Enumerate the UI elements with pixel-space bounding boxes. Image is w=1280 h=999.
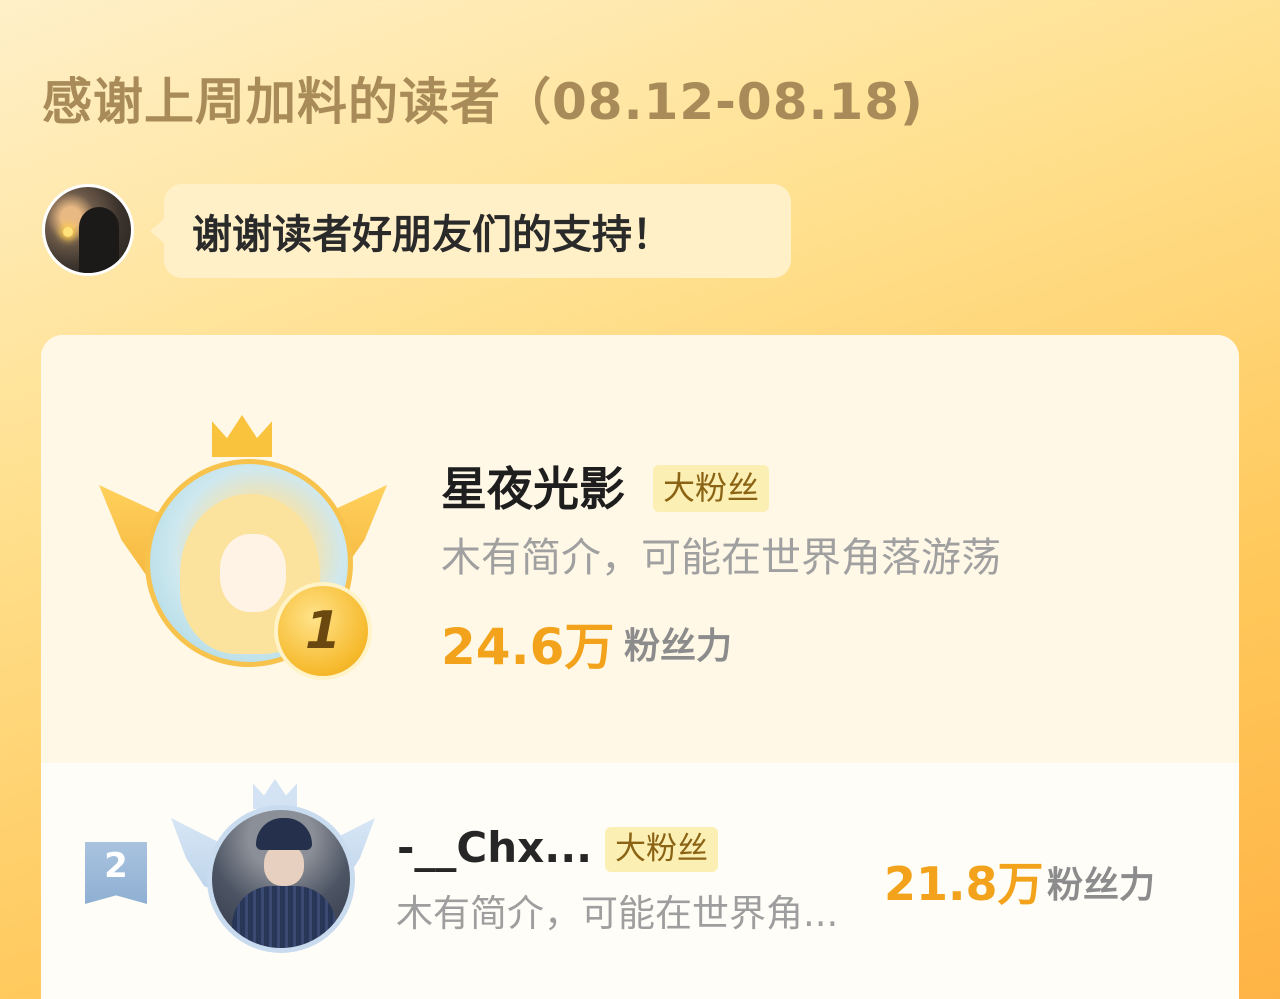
rank-1-medal-icon: 1 bbox=[274, 582, 372, 680]
user-bio-1: 木有简介，可能在世界角落游荡 bbox=[441, 535, 1001, 581]
leaderboard-entry-2[interactable]: 2 -__Chx... 大粉丝 木有简介，可能在世界角... 21.8万 粉丝力 bbox=[41, 763, 1239, 999]
user-name-1[interactable]: 星夜光影 bbox=[441, 453, 625, 519]
host-message-bubble: 谢谢读者好朋友们的支持！ bbox=[150, 184, 791, 278]
fan-power-label-2: 粉丝力 bbox=[1047, 865, 1156, 906]
avatar-face bbox=[220, 534, 286, 612]
host-message-text: 谢谢读者好朋友们的支持！ bbox=[192, 212, 672, 258]
fan-level-badge-1: 大粉丝 bbox=[653, 465, 770, 512]
page-title: 感谢上周加料的读者（08.12-08.18) bbox=[42, 73, 924, 131]
fan-level-badge-2: 大粉丝 bbox=[605, 827, 718, 872]
leaderboard-entry-1[interactable]: 1 星夜光影 大粉丝 木有简介，可能在世界角落游荡 24.6万 粉丝力 bbox=[41, 335, 1239, 763]
avatar-light-decoration bbox=[63, 227, 73, 237]
avatar-body bbox=[232, 886, 336, 948]
avatar-face bbox=[264, 844, 304, 886]
user-bio-2: 木有简介，可能在世界角... bbox=[396, 892, 839, 935]
avatar-cap bbox=[256, 818, 312, 850]
leaderboard-panel: 1 星夜光影 大粉丝 木有简介，可能在世界角落游荡 24.6万 粉丝力 2 -_… bbox=[41, 335, 1239, 999]
fan-power-label-1: 粉丝力 bbox=[624, 626, 733, 667]
user-avatar-2[interactable] bbox=[207, 805, 355, 953]
gold-crown-icon bbox=[212, 415, 272, 457]
user-name-2[interactable]: -__Chx... bbox=[397, 823, 592, 872]
rank-ribbon-icon: 2 bbox=[85, 842, 147, 904]
fan-power-score-1: 24.6万 bbox=[441, 618, 615, 676]
host-avatar[interactable] bbox=[42, 184, 134, 276]
avatar-figure bbox=[79, 207, 119, 273]
fan-power-score-2: 21.8万 bbox=[884, 857, 1044, 911]
